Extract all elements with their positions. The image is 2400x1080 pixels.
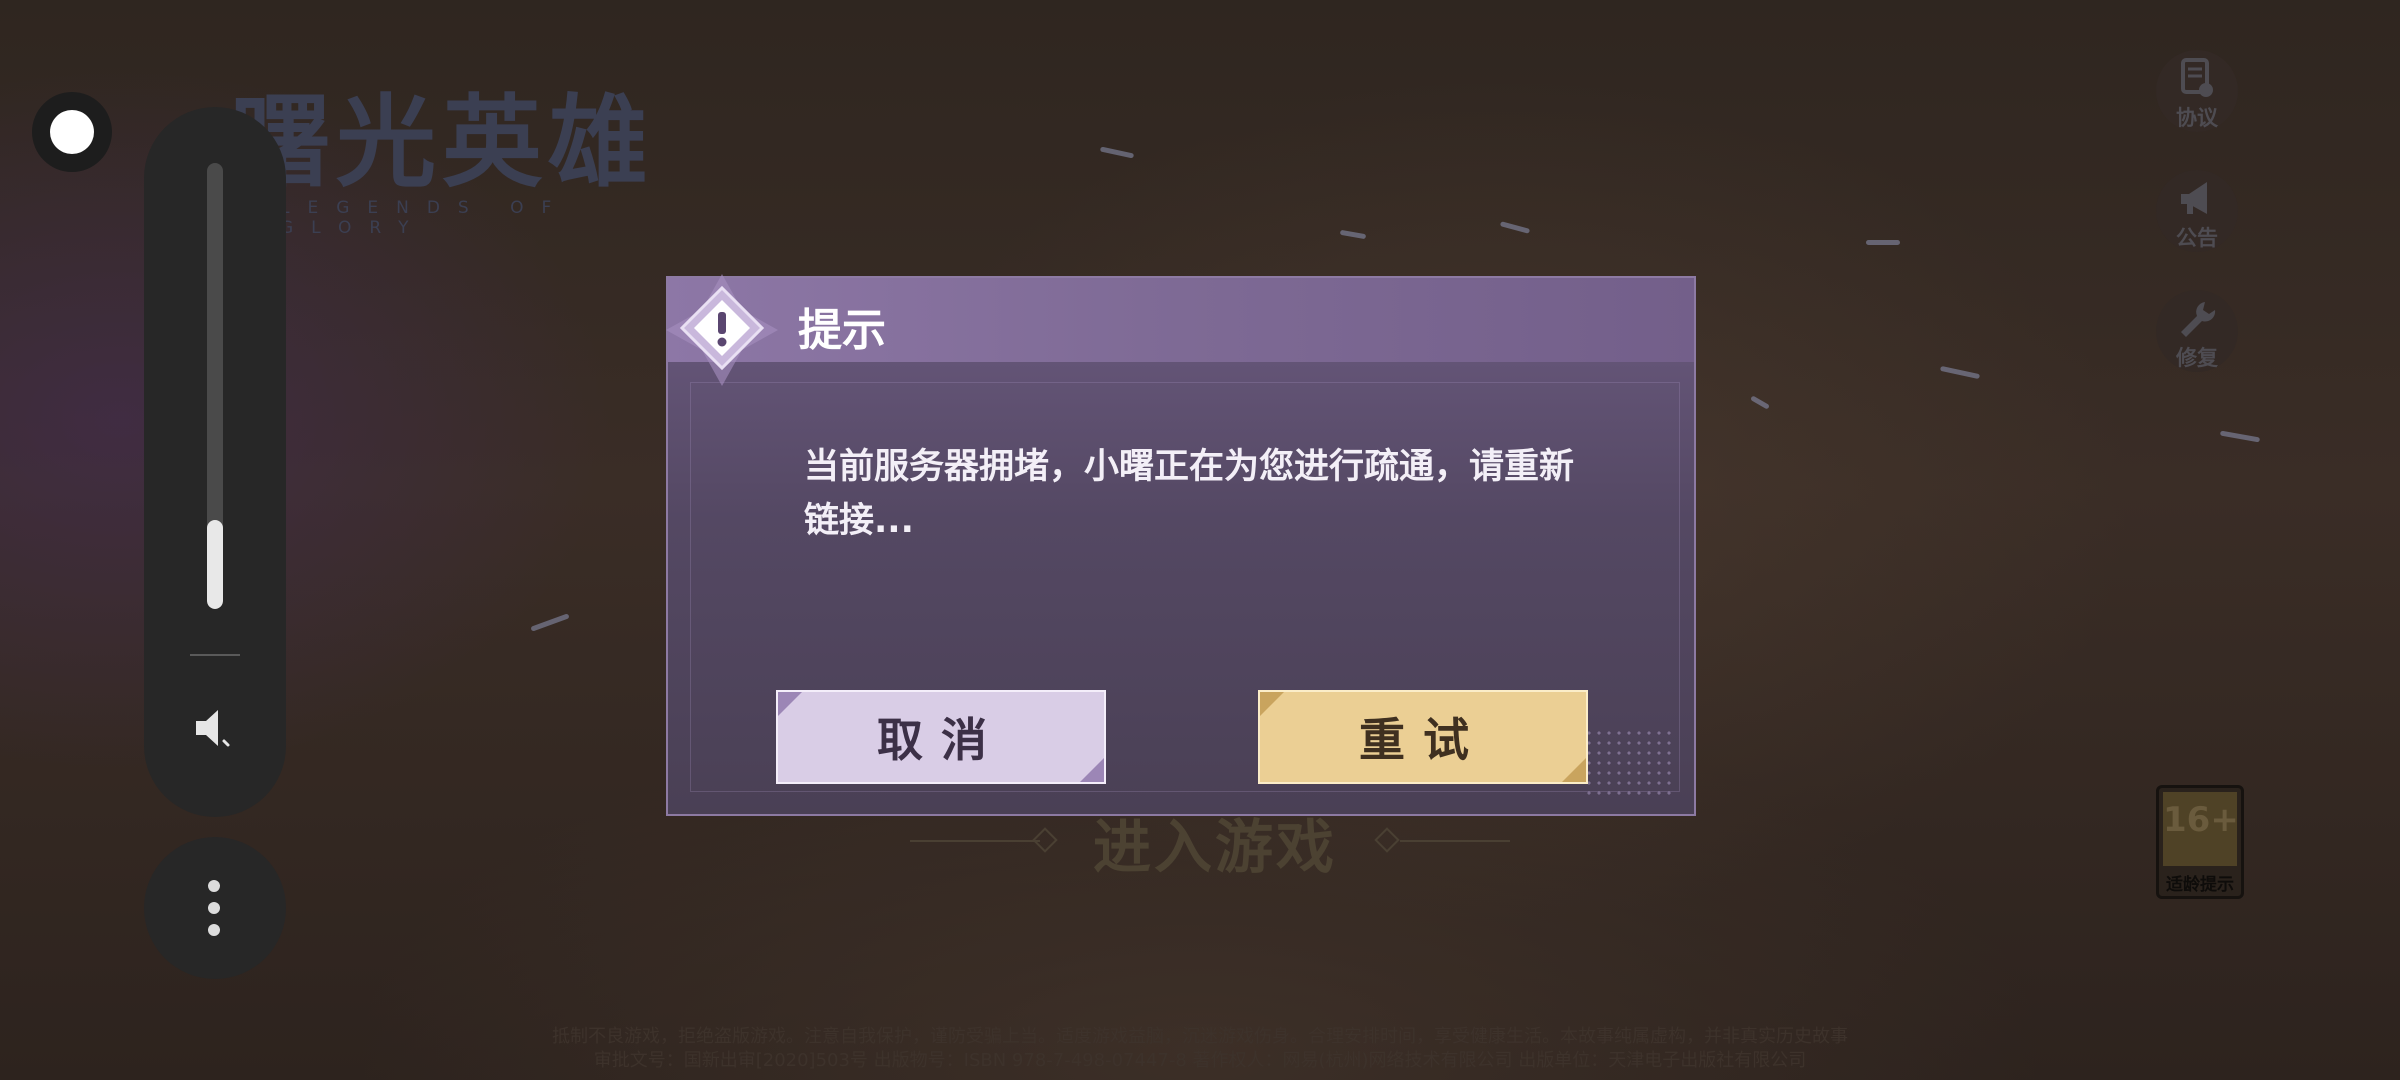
button-corner-decor (1562, 758, 1586, 782)
dialog-message: 当前服务器拥堵，小曙正在为您进行疏通，请重新链接... (804, 447, 1575, 541)
age-rating-box: 16+ (2163, 792, 2239, 866)
bg-streak (1866, 240, 1900, 245)
megaphone-icon (2181, 182, 2207, 214)
logo-title-cn: 曙光英雄 (230, 83, 654, 201)
server-busy-dialog: 提示 当前服务器拥堵，小曙正在为您进行疏通，请重新链接... 取消 重试 (666, 274, 1696, 816)
announcement-button[interactable]: 公告 (2156, 170, 2238, 252)
age-rating-number: 16+ (2163, 800, 2239, 840)
wrench-icon (2181, 302, 2216, 337)
button-corner-decor (1260, 692, 1284, 716)
floating-assistant-button[interactable] (32, 92, 112, 172)
announcement-label: 公告 (2176, 226, 2218, 250)
retry-button[interactable]: 重试 (1258, 690, 1588, 784)
enter-game-decor-line (910, 840, 1040, 842)
logo-title-en: LEGENDS OF GLORY (280, 198, 570, 238)
more-options-button[interactable] (144, 837, 286, 979)
button-corner-decor (778, 692, 802, 716)
volume-slider-fill (207, 519, 223, 609)
dialog-title: 提示 (798, 305, 886, 356)
repair-button[interactable]: 修复 (2156, 290, 2238, 372)
volume-slider[interactable] (207, 163, 223, 609)
age-rating-badge[interactable]: 16+ 适龄提示 (2156, 785, 2244, 899)
volume-panel (144, 107, 286, 817)
volume-divider (190, 654, 240, 656)
repair-label: 修复 (2176, 346, 2218, 370)
legal-notice-line-2: 审批文号：国新出审[2020]503号 出版物号：ISBN 978-7-498-… (593, 1050, 1807, 1071)
agreement-button[interactable]: 协议 (2156, 50, 2238, 132)
agreement-icon (2181, 58, 2213, 97)
dialog-dot-pattern (1584, 728, 1674, 798)
age-rating-label: 适龄提示 (2166, 875, 2234, 895)
agreement-label: 协议 (2176, 106, 2218, 130)
button-corner-decor (1080, 758, 1104, 782)
legal-notice-line-1: 抵制不良游戏，拒绝盗版游戏。注意自我保护，谨防受骗上当。适度游戏益脑，沉迷游戏伤… (552, 1026, 1848, 1047)
retry-button-label: 重试 (1359, 713, 1487, 767)
enter-game-decor-line (1400, 840, 1510, 842)
floating-ball-dot-icon (50, 110, 94, 154)
speaker-icon[interactable] (190, 703, 240, 753)
cancel-button-label: 取消 (877, 713, 1005, 767)
cancel-button[interactable]: 取消 (776, 690, 1106, 784)
more-dots-icon (208, 902, 220, 914)
game-logo: 曙光英雄 LEGENDS OF GLORY (230, 83, 690, 238)
more-dots-icon (208, 880, 220, 892)
warning-icon (666, 274, 778, 386)
more-dots-icon (208, 924, 220, 936)
